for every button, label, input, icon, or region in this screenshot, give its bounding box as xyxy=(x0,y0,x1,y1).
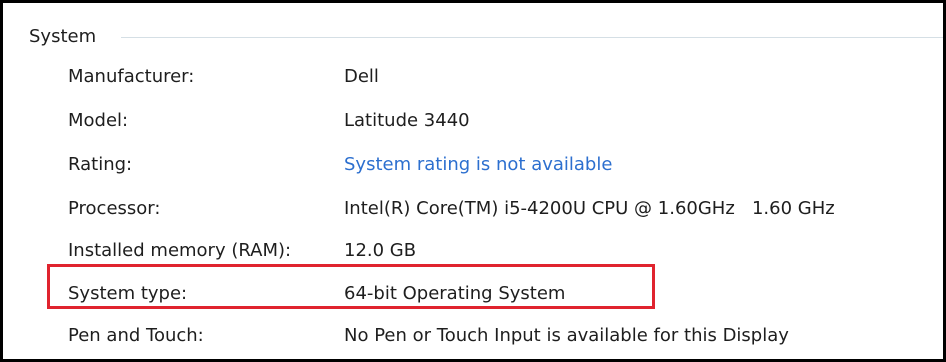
model-value: Latitude 3440 xyxy=(344,110,470,131)
model-row: Model: Latitude 3440 xyxy=(3,106,946,136)
manufacturer-row: Manufacturer: Dell xyxy=(3,62,946,92)
installed-memory-label: Installed memory (RAM): xyxy=(68,240,292,261)
processor-label: Processor: xyxy=(68,198,161,219)
pen-and-touch-label: Pen and Touch: xyxy=(68,325,204,346)
group-title: System xyxy=(29,25,103,49)
system-properties-panel: System Manufacturer: Dell Model: Latitud… xyxy=(0,0,946,362)
installed-memory-row: Installed memory (RAM): 12.0 GB xyxy=(3,236,946,266)
rating-label: Rating: xyxy=(68,154,133,175)
processor-value: Intel(R) Core(TM) i5-4200U CPU @ 1.60GHz… xyxy=(344,198,835,219)
installed-memory-value: 12.0 GB xyxy=(344,240,417,261)
pen-and-touch-row: Pen and Touch: No Pen or Touch Input is … xyxy=(3,321,946,351)
system-group-header: System xyxy=(25,25,943,53)
system-type-highlight-box xyxy=(47,264,655,309)
group-divider xyxy=(121,37,943,38)
rating-row: Rating: System rating is not available xyxy=(3,150,946,180)
manufacturer-value: Dell xyxy=(344,66,379,87)
pen-and-touch-value: No Pen or Touch Input is available for t… xyxy=(344,325,789,346)
manufacturer-label: Manufacturer: xyxy=(68,66,195,87)
model-label: Model: xyxy=(68,110,129,131)
processor-row: Processor: Intel(R) Core(TM) i5-4200U CP… xyxy=(3,194,946,224)
system-rating-link[interactable]: System rating is not available xyxy=(344,150,612,180)
